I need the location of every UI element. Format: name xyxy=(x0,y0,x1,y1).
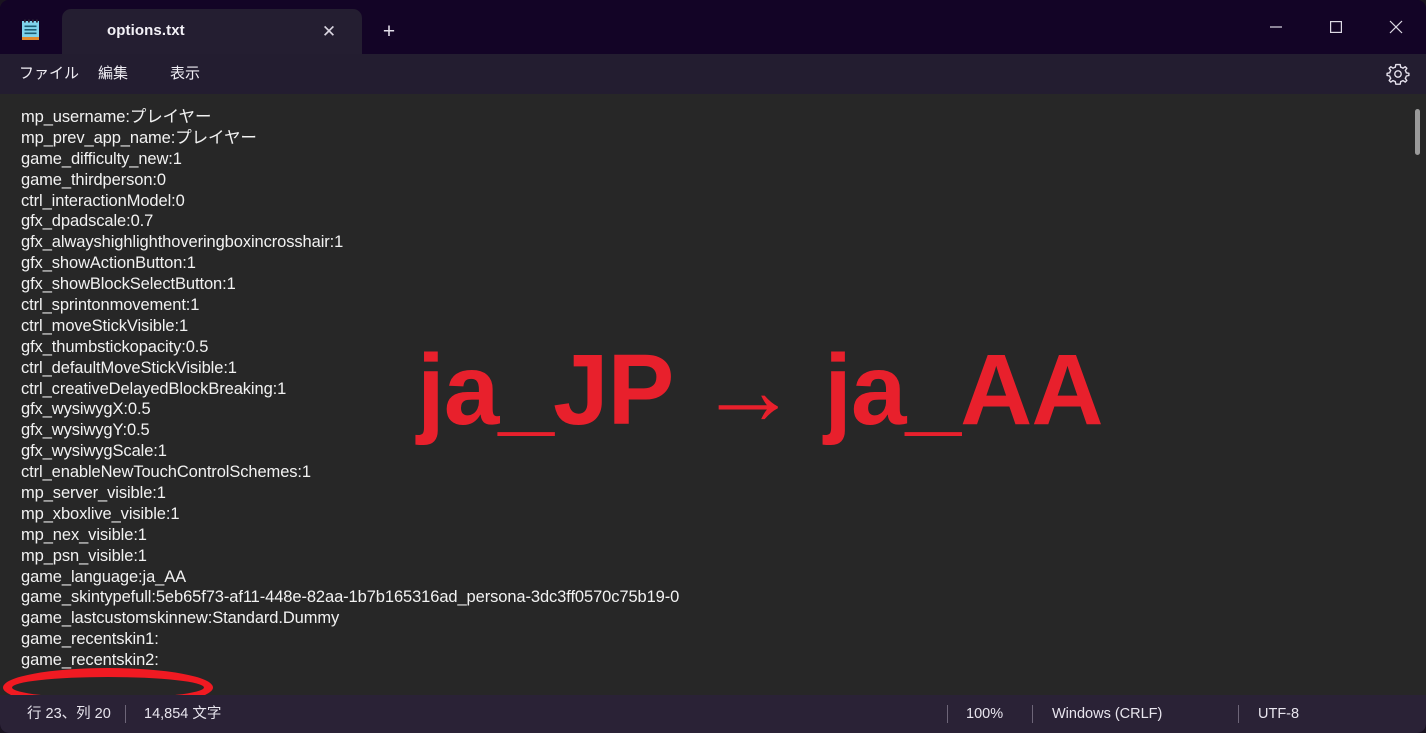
editor-line: mp_server_visible:1 xyxy=(21,484,166,503)
editor-line: mp_psn_visible:1 xyxy=(21,546,147,565)
editor-line: gfx_dpadscale:0.7 xyxy=(21,212,154,231)
editor-line: game_difficulty_new:1 xyxy=(21,149,182,168)
editor-line: game_recentskin2: xyxy=(21,651,159,670)
editor-line: game_thirdperson:0 xyxy=(21,170,166,189)
editor-line: gfx_wysiwygX:0.5 xyxy=(21,400,151,419)
editor-line: mp_prev_app_name:プレイヤー xyxy=(21,128,257,147)
editor-line: mp_username:プレイヤー xyxy=(21,108,212,126)
status-bar: 行 23、列 20 14,854 文字 100% Windows (CRLF) … xyxy=(0,695,1426,733)
editor-line: ctrl_moveStickVisible:1 xyxy=(21,316,189,335)
character-count[interactable]: 14,854 文字 xyxy=(144,695,221,733)
editor-line: gfx_wysiwygScale:1 xyxy=(21,442,167,461)
editor-line: ctrl_creativeDelayedBlockBreaking:1 xyxy=(21,379,287,398)
editor-line: game_skintypefull:5eb65f73-af11-448e-82a… xyxy=(21,588,680,607)
close-window-button[interactable] xyxy=(1366,0,1426,54)
menu-item-view[interactable]: 表示 xyxy=(170,54,200,94)
editor-line: gfx_showActionButton:1 xyxy=(21,254,196,273)
editor-text-content[interactable]: mp_username:プレイヤー mp_prev_app_name:プレイヤーg… xyxy=(0,94,1390,695)
cursor-position[interactable]: 行 23、列 20 xyxy=(27,695,111,733)
menu-item-edit[interactable]: 編集 xyxy=(98,54,128,94)
gear-icon[interactable] xyxy=(1381,57,1415,91)
tab-label: options.txt xyxy=(107,22,185,39)
separator xyxy=(1032,705,1033,723)
menu-bar: ファイル 編集 表示 xyxy=(0,54,1426,94)
tab-strip: options.txt ✕ xyxy=(62,9,362,54)
editor-line: ctrl_sprintonmovement:1 xyxy=(21,296,200,315)
vertical-scrollbar[interactable] xyxy=(1409,94,1426,695)
editor-line: gfx_alwayshighlighthoveringboxincrosshai… xyxy=(21,233,344,252)
separator xyxy=(947,705,948,723)
editor-line: game_language:ja_AA xyxy=(21,567,187,586)
separator xyxy=(125,705,126,723)
new-tab-button[interactable]: + xyxy=(376,20,402,46)
encoding[interactable]: UTF-8 xyxy=(1258,695,1299,733)
menu-item-file[interactable]: ファイル xyxy=(19,54,79,94)
close-icon[interactable]: ✕ xyxy=(318,21,340,43)
editor-line: ctrl_defaultMoveStickVisible:1 xyxy=(21,358,237,377)
editor-line: gfx_showBlockSelectButton:1 xyxy=(21,275,236,294)
minimize-button[interactable] xyxy=(1246,0,1306,54)
zoom-level[interactable]: 100% xyxy=(966,695,1003,733)
tab-options-txt[interactable]: options.txt ✕ xyxy=(62,9,362,54)
editor-line: mp_nex_visible:1 xyxy=(21,525,147,544)
editor-line: gfx_thumbstickopacity:0.5 xyxy=(21,337,209,356)
editor-line: gfx_wysiwygY:0.5 xyxy=(21,421,150,440)
scrollbar-thumb[interactable] xyxy=(1415,109,1420,155)
notepad-icon xyxy=(18,18,43,43)
notepad-window: options.txt ✕ + ファイル 編集 表示 mp_username:プ… xyxy=(0,0,1426,733)
line-ending[interactable]: Windows (CRLF) xyxy=(1052,695,1162,733)
separator xyxy=(1238,705,1239,723)
maximize-button[interactable] xyxy=(1306,0,1366,54)
text-editor[interactable]: mp_username:プレイヤー mp_prev_app_name:プレイヤーg… xyxy=(0,94,1426,695)
editor-line: ctrl_interactionModel:0 xyxy=(21,191,185,210)
title-bar: options.txt ✕ + xyxy=(0,0,1426,54)
editor-line: mp_xboxlive_visible:1 xyxy=(21,504,180,523)
editor-line: ctrl_enableNewTouchControlSchemes:1 xyxy=(21,463,311,482)
editor-line: game_recentskin1: xyxy=(21,630,159,649)
editor-line: game_lastcustomskinnew:Standard.Dummy xyxy=(21,609,340,628)
